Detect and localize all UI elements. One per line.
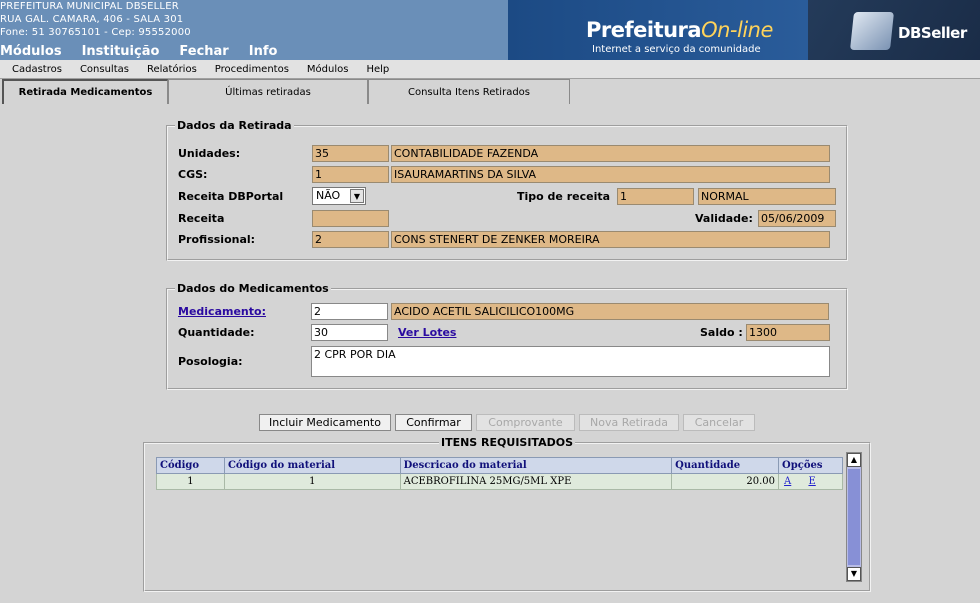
profissional-code-field[interactable]: 2 <box>312 231 389 248</box>
col-descricao[interactable]: Descricao do material <box>399 457 673 474</box>
menu-procedimentos[interactable]: Procedimentos <box>215 64 289 75</box>
cgs-label: CGS: <box>178 168 208 181</box>
menu-help[interactable]: Help <box>366 64 389 75</box>
org-address: RUA GAL. CAMARA, 406 - SALA 301 <box>0 14 184 25</box>
org-name: PREFEITURA MUNICIPAL DBSELLER <box>0 1 179 12</box>
top-menu-modulos[interactable]: Módulos <box>0 44 62 59</box>
cgs-name-field: ISAURAMARTINS DA SILVA <box>391 166 830 183</box>
nova-retirada-button[interactable]: Nova Retirada <box>579 414 679 431</box>
chevron-down-icon: ▼ <box>350 189 364 203</box>
cell-descricao: ACEBROFILINA 25MG/5ML XPE <box>399 473 673 490</box>
top-menu-info[interactable]: Info <box>249 44 278 59</box>
medicamento-code-input[interactable]: 2 <box>311 303 388 320</box>
ver-lotes-link[interactable]: Ver Lotes <box>398 326 456 339</box>
dados-retirada-legend: Dados da Retirada <box>177 119 292 132</box>
profissional-label: Profissional: <box>178 233 256 246</box>
receita-dbportal-label: Receita DBPortal <box>178 190 284 203</box>
tipo-receita-label: Tipo de receita <box>517 190 611 203</box>
top-menu-fechar[interactable]: Fechar <box>179 44 228 59</box>
table-header-row: Código Código do material Descricao do m… <box>156 457 843 474</box>
col-codigo-material[interactable]: Código do material <box>223 457 401 474</box>
logo-accent: On-line <box>701 18 773 42</box>
top-menu-instituicao[interactable]: Instituição <box>82 44 160 59</box>
scroll-up-icon[interactable]: ▲ <box>847 453 861 467</box>
dbseller-cube-icon <box>850 12 894 50</box>
cell-quantidade: 20.00 <box>671 473 780 490</box>
tab-consulta-itens[interactable]: Consulta Itens Retirados <box>368 79 570 104</box>
menubar: Cadastros Consultas Relatórios Procedime… <box>0 60 980 79</box>
tab-retirada-medicamentos[interactable]: Retirada Medicamentos <box>2 79 168 104</box>
incluir-medicamento-button[interactable]: Incluir Medicamento <box>259 414 391 431</box>
receita-dbportal-value: NÃO <box>316 189 341 202</box>
menu-modulos[interactable]: Módulos <box>307 64 349 75</box>
tipo-receita-code-field[interactable]: 1 <box>617 188 694 205</box>
medicamento-name-field: ACIDO ACETIL SALICILICO100MG <box>391 303 829 320</box>
menu-consultas[interactable]: Consultas <box>80 64 129 75</box>
alterar-link[interactable]: A <box>784 476 791 487</box>
dbseller-logo: DBSeller <box>898 24 967 42</box>
receita-dbportal-select[interactable]: NÃO ▼ <box>312 187 366 205</box>
cell-opcoes: A E <box>778 473 843 490</box>
col-opcoes: Opções <box>778 457 843 474</box>
itens-scrollbar[interactable]: ▲ ▼ <box>846 452 862 582</box>
unidades-code-field[interactable]: 35 <box>312 145 389 162</box>
dados-medicamento-legend: Dados do Medicamentos <box>177 282 329 295</box>
quantidade-input[interactable]: 30 <box>311 324 388 341</box>
logo-main: Prefeitura <box>586 18 702 42</box>
org-phone: Fone: 51 30765101 - Cep: 95552000 <box>0 27 191 38</box>
menu-cadastros[interactable]: Cadastros <box>12 64 62 75</box>
itens-table: Código Código do material Descricao do m… <box>156 457 843 490</box>
menu-relatorios[interactable]: Relatórios <box>147 64 197 75</box>
receita-label: Receita <box>178 212 225 225</box>
saldo-label: Saldo : <box>700 326 743 339</box>
tab-bar: Retirada Medicamentos Últimas retiradas … <box>0 79 980 104</box>
scroll-down-icon[interactable]: ▼ <box>847 567 861 581</box>
quantidade-label: Quantidade: <box>178 326 255 339</box>
scroll-thumb[interactable] <box>848 469 860 565</box>
validade-field: 05/06/2009 <box>758 210 836 227</box>
validade-label: Validade: <box>695 212 753 225</box>
confirmar-button[interactable]: Confirmar <box>395 414 472 431</box>
col-codigo[interactable]: Código <box>156 457 225 474</box>
receita-field[interactable] <box>312 210 389 227</box>
org-info: PREFEITURA MUNICIPAL DBSELLER RUA GAL. C… <box>0 0 191 39</box>
posologia-textarea[interactable]: 2 CPR POR DIA <box>311 346 830 377</box>
profissional-name-field: CONS STENERT DE ZENKER MOREIRA <box>391 231 830 248</box>
app-header: PREFEITURA MUNICIPAL DBSELLER RUA GAL. C… <box>0 0 980 60</box>
excluir-link[interactable]: E <box>808 476 815 487</box>
cgs-code-field[interactable]: 1 <box>312 166 389 183</box>
cell-codigo-material: 1 <box>223 473 401 490</box>
tab-ultimas-retiradas[interactable]: Últimas retiradas <box>168 79 368 104</box>
logo-subtitle: Internet a serviço da comunidade <box>592 44 761 55</box>
comprovante-button[interactable]: Comprovante <box>476 414 575 431</box>
table-row[interactable]: 1 1 ACEBROFILINA 25MG/5ML XPE 20.00 A E <box>156 473 843 490</box>
cell-codigo: 1 <box>156 473 225 490</box>
tipo-receita-name-field: NORMAL <box>698 188 836 205</box>
saldo-field: 1300 <box>746 324 830 341</box>
posologia-label: Posologia: <box>178 355 243 368</box>
itens-requisitados-legend: ITENS REQUISITADOS <box>440 436 573 449</box>
prefeitura-online-logo: PrefeituraOn-line <box>586 18 773 42</box>
top-menu: Módulos Instituição Fechar Info <box>0 44 277 59</box>
unidades-label: Unidades: <box>178 147 241 160</box>
cancelar-button[interactable]: Cancelar <box>683 414 755 431</box>
medicamento-link[interactable]: Medicamento: <box>178 305 266 318</box>
col-quantidade[interactable]: Quantidade <box>671 457 780 474</box>
unidades-name-field: CONTABILIDADE FAZENDA <box>391 145 830 162</box>
